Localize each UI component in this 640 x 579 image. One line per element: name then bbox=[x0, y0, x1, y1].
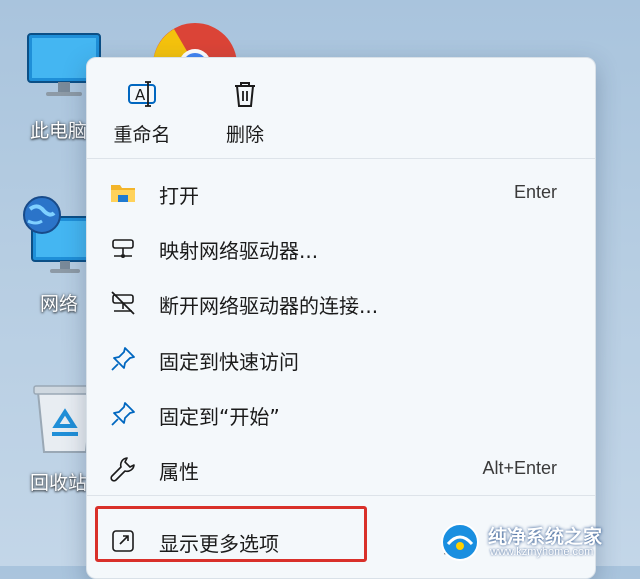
rename-icon: A bbox=[128, 81, 156, 107]
menu-item-properties[interactable]: 属性 Alt+Enter bbox=[97, 444, 585, 494]
folder-icon bbox=[111, 185, 135, 202]
menu-item-pin-quick-access[interactable]: 固定到快速访问 bbox=[97, 334, 585, 384]
menu-item-label: 断开网络驱动器的连接... bbox=[159, 294, 379, 318]
menu-item-label: 打开 bbox=[159, 184, 199, 208]
watermark: 纯净系统之家 www.kzmyhome.com bbox=[438, 522, 634, 562]
map-network-drive-icon bbox=[112, 239, 134, 258]
rename-label: 重命名 bbox=[113, 124, 171, 146]
brand-name: 纯净系统之家 bbox=[488, 526, 603, 548]
menu-item-label: 映射网络驱动器... bbox=[159, 239, 319, 263]
menu-item-open[interactable]: 打开 Enter bbox=[97, 168, 585, 218]
menu-separator bbox=[87, 495, 595, 496]
delete-button[interactable]: 删除 bbox=[205, 76, 285, 146]
menu-item-label: 固定到快速访问 bbox=[159, 350, 299, 374]
pin-icon bbox=[111, 347, 135, 371]
context-menu: A 重命名 删除 打开 Enter 映射网络驱动器... 断开网络驱动器的连接.… bbox=[86, 57, 596, 579]
delete-label: 删除 bbox=[225, 124, 264, 146]
highlight-box bbox=[95, 506, 367, 562]
desktop-icon-label: 网络 bbox=[40, 293, 79, 315]
menu-item-label: 固定到“开始” bbox=[159, 405, 280, 429]
disconnect-network-drive-icon bbox=[111, 291, 135, 315]
trash-icon bbox=[235, 82, 255, 107]
pin-icon bbox=[111, 402, 135, 426]
menu-item-pin-start[interactable]: 固定到“开始” bbox=[97, 389, 585, 439]
rename-button[interactable]: A 重命名 bbox=[102, 76, 182, 146]
wrench-icon bbox=[110, 457, 135, 482]
brand-url: www.kzmyhome.com bbox=[490, 546, 594, 558]
svg-text:A: A bbox=[135, 86, 146, 104]
shortcut-text: Enter bbox=[513, 182, 557, 202]
brand-logo-icon bbox=[441, 523, 479, 561]
menu-item-label: 属性 bbox=[159, 460, 199, 484]
menu-separator bbox=[87, 158, 595, 159]
desktop-icon-label: 此电脑 bbox=[30, 120, 88, 142]
menu-item-disconnect-network-drive[interactable]: 断开网络驱动器的连接... bbox=[97, 278, 585, 328]
shortcut-text: Alt+Enter bbox=[482, 458, 557, 478]
desktop-icon-label: 回收站 bbox=[30, 472, 88, 494]
menu-item-map-network-drive[interactable]: 映射网络驱动器... bbox=[97, 223, 585, 273]
